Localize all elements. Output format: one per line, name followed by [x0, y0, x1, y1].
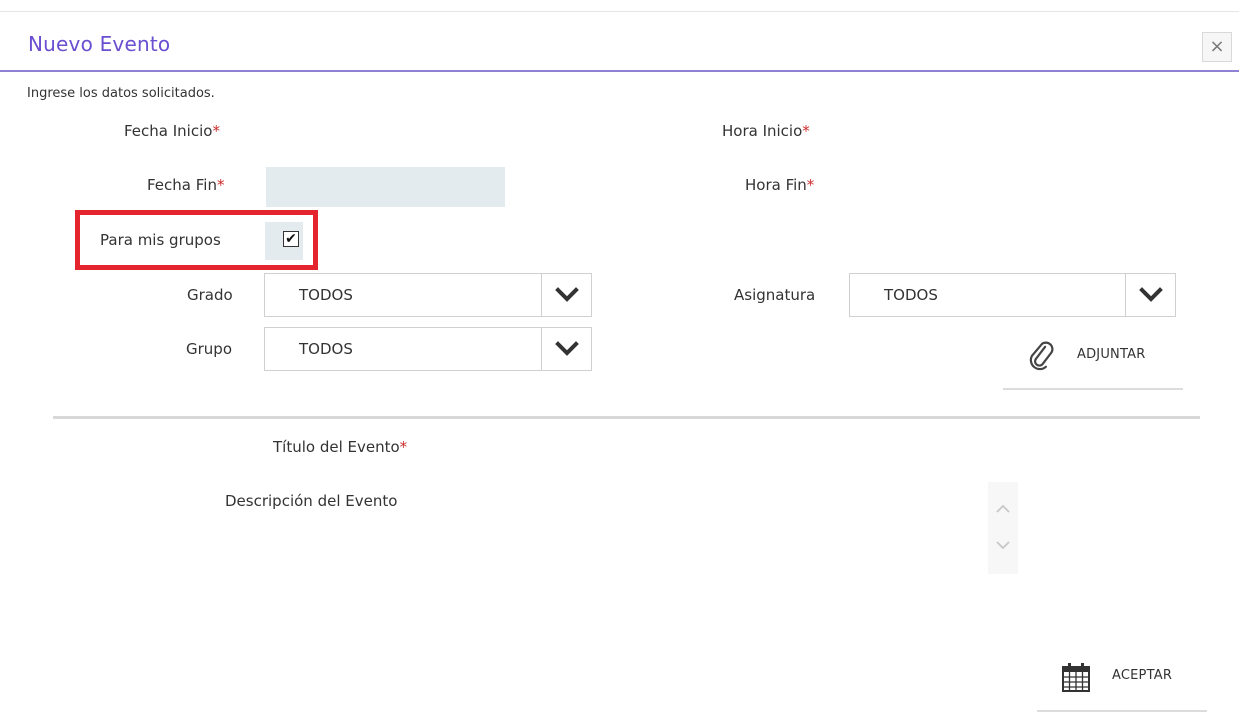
- asignatura-dropdown-button[interactable]: [1125, 274, 1175, 316]
- grupo-dropdown-button[interactable]: [541, 328, 591, 370]
- hora-inicio-label: Hora Inicio*: [722, 122, 810, 140]
- fecha-inicio-label-text: Fecha Inicio: [124, 122, 213, 140]
- chevron-down-icon[interactable]: [995, 540, 1011, 552]
- asignatura-label: Asignatura: [734, 286, 816, 304]
- grado-select[interactable]: TODOS: [264, 273, 592, 317]
- aceptar-label: ACEPTAR: [1112, 668, 1173, 683]
- adjuntar-button[interactable]: ADJUNTAR: [1003, 338, 1183, 390]
- dialog-title: Nuevo Evento: [28, 32, 171, 56]
- dialog-header: Nuevo Evento ×: [0, 12, 1239, 72]
- descripcion-scroll-arrows: [988, 482, 1018, 574]
- titulo-label-text: Título del Evento: [273, 438, 400, 456]
- calendar-icon: [1062, 663, 1090, 692]
- fecha-fin-label: Fecha Fin*: [147, 176, 224, 194]
- grupo-label: Grupo: [186, 340, 232, 358]
- asignatura-select-value: TODOS: [884, 286, 938, 304]
- fecha-fin-label-text: Fecha Fin: [147, 176, 217, 194]
- close-button[interactable]: ×: [1202, 32, 1232, 62]
- grado-select-value: TODOS: [299, 286, 353, 304]
- descripcion-label: Descripción del Evento: [225, 492, 398, 510]
- nuevo-evento-dialog: Nuevo Evento × Ingrese los datos solicit…: [0, 0, 1239, 728]
- grupo-select-value: TODOS: [299, 340, 353, 358]
- fecha-inicio-label: Fecha Inicio*: [124, 122, 220, 140]
- adjuntar-label: ADJUNTAR: [1077, 347, 1146, 362]
- hora-fin-label-text: Hora Fin: [745, 176, 807, 194]
- para-mis-grupos-label: Para mis grupos: [100, 231, 221, 249]
- required-mark: *: [806, 176, 815, 194]
- hora-fin-label: Hora Fin*: [745, 176, 814, 194]
- titulo-label: Título del Evento*: [273, 438, 407, 456]
- aceptar-button[interactable]: ACEPTAR: [1037, 660, 1207, 712]
- asignatura-select[interactable]: TODOS: [849, 273, 1176, 317]
- required-mark: *: [216, 176, 225, 194]
- chevron-up-icon[interactable]: [995, 502, 1011, 514]
- required-mark: *: [802, 122, 810, 140]
- grupo-select[interactable]: TODOS: [264, 327, 592, 371]
- chevron-down-icon: [1139, 287, 1163, 302]
- checkmark-icon: ✔: [285, 231, 297, 247]
- close-icon: ×: [1209, 36, 1225, 57]
- grado-label: Grado: [187, 286, 233, 304]
- chevron-down-icon: [555, 287, 579, 302]
- fecha-fin-input[interactable]: [266, 167, 505, 207]
- hora-inicio-label-text: Hora Inicio: [722, 122, 803, 140]
- required-mark: *: [212, 122, 220, 140]
- required-mark: *: [399, 438, 408, 456]
- instructions-text: Ingrese los datos solicitados.: [27, 86, 215, 101]
- section-divider: [53, 416, 1200, 419]
- paperclip-icon: [1029, 341, 1054, 371]
- chevron-down-icon: [555, 341, 579, 356]
- grado-dropdown-button[interactable]: [541, 274, 591, 316]
- para-mis-grupos-checkbox[interactable]: ✔: [283, 231, 299, 247]
